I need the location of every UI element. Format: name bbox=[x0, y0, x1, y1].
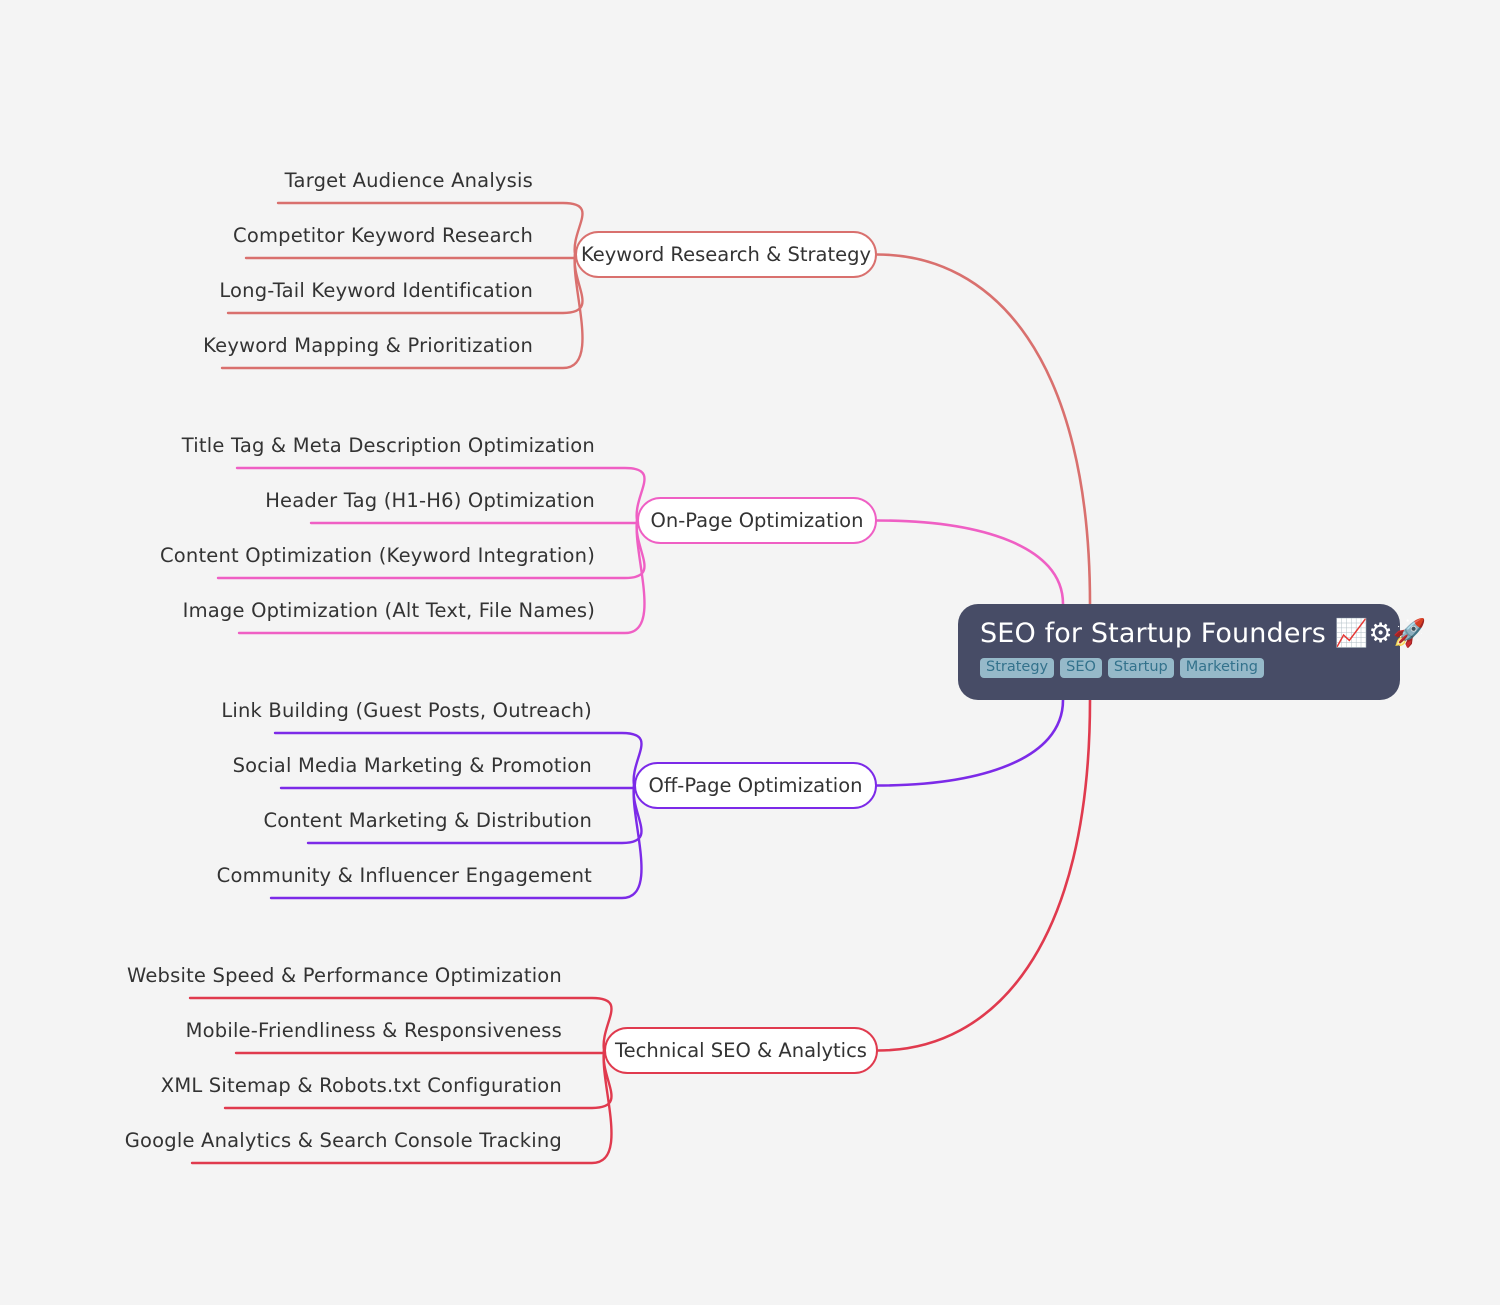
leaf-label[interactable]: Long-Tail Keyword Identification bbox=[0, 281, 533, 301]
leaf-label[interactable]: Google Analytics & Search Console Tracki… bbox=[0, 1131, 562, 1151]
leaf-label[interactable]: Image Optimization (Alt Text, File Names… bbox=[0, 601, 595, 621]
central-tag[interactable]: Startup bbox=[1107, 658, 1174, 678]
leaf-label[interactable]: Header Tag (H1-H6) Optimization bbox=[0, 491, 595, 511]
connector-line bbox=[876, 698, 1092, 1052]
central-tag[interactable]: SEO bbox=[1060, 658, 1102, 678]
connector-line bbox=[875, 519, 1065, 606]
mindmap-canvas: Target Audience Analysis Competitor Keywo… bbox=[0, 0, 1500, 1305]
connector-line bbox=[875, 253, 1092, 606]
central-tag[interactable]: Strategy bbox=[980, 658, 1055, 678]
leaf-label[interactable]: Competitor Keyword Research bbox=[0, 226, 533, 246]
branch-node[interactable]: Off-Page Optimization bbox=[634, 762, 877, 809]
leaf-label[interactable]: Community & Influencer Engagement bbox=[0, 866, 592, 886]
leaf-label[interactable]: Content Optimization (Keyword Integratio… bbox=[0, 546, 595, 566]
leaf-label[interactable]: XML Sitemap & Robots.txt Configuration bbox=[0, 1076, 562, 1096]
central-node-title: SEO for Startup Founders 📈⚙🚀 bbox=[980, 618, 1427, 649]
leaf-label[interactable]: Title Tag & Meta Description Optimizatio… bbox=[0, 436, 595, 456]
branch-node[interactable]: On-Page Optimization bbox=[637, 497, 877, 544]
leaf-label[interactable]: Keyword Mapping & Prioritization bbox=[0, 336, 533, 356]
leaf-label[interactable]: Content Marketing & Distribution bbox=[0, 811, 592, 831]
leaf-label[interactable]: Website Speed & Performance Optimization bbox=[0, 966, 562, 986]
leaf-label[interactable]: Target Audience Analysis bbox=[0, 171, 533, 191]
connector-line bbox=[875, 698, 1065, 787]
central-tag[interactable]: Marketing bbox=[1179, 658, 1265, 678]
central-node[interactable]: SEO for Startup Founders 📈⚙🚀 Strategy SEO… bbox=[958, 604, 1426, 700]
leaf-label[interactable]: Link Building (Guest Posts, Outreach) bbox=[0, 701, 592, 721]
central-node-tags: Strategy SEO Startup Marketing bbox=[980, 658, 1265, 678]
branch-node[interactable]: Technical SEO & Analytics bbox=[604, 1027, 878, 1074]
leaf-label[interactable]: Social Media Marketing & Promotion bbox=[0, 756, 592, 776]
branch-node[interactable]: Keyword Research & Strategy bbox=[575, 231, 877, 278]
leaf-label[interactable]: Mobile-Friendliness & Responsiveness bbox=[0, 1021, 562, 1041]
